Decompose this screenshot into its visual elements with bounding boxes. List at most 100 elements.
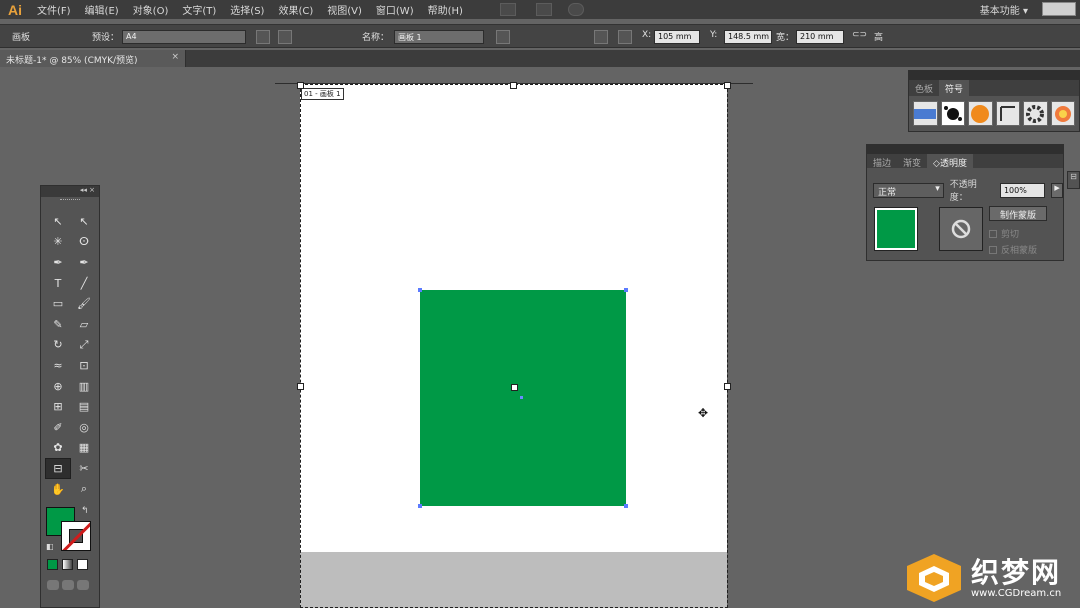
- tab-symbols[interactable]: 符号: [939, 80, 970, 96]
- tab-gradient[interactable]: 渐变: [897, 154, 927, 169]
- workspace-switcher[interactable]: 基本功能 ▾: [980, 2, 1028, 17]
- menu-window[interactable]: 窗口(W): [369, 2, 421, 17]
- collapsed-panel-tab[interactable]: ⊟: [1067, 171, 1080, 189]
- swap-fill-stroke-icon[interactable]: ↰: [81, 506, 89, 516]
- draw-inside-icon[interactable]: [77, 580, 89, 590]
- slice-tool[interactable]: ✂: [71, 458, 97, 479]
- none-mode-icon[interactable]: [77, 559, 88, 570]
- move-with-artboard-icon[interactable]: [496, 30, 510, 44]
- object-thumbnail[interactable]: [874, 207, 918, 251]
- gpu-performance-icon[interactable]: [567, 3, 584, 16]
- y-field[interactable]: 148.5 mm: [724, 30, 772, 44]
- tab-transparency[interactable]: ◇透明度: [927, 154, 973, 169]
- menu-help[interactable]: 帮助(H): [421, 2, 470, 17]
- artboard-name-field[interactable]: 画板 1: [394, 30, 484, 44]
- make-mask-button[interactable]: 制作蒙版: [989, 206, 1047, 221]
- warp-tool[interactable]: ≈: [45, 355, 71, 376]
- menu-select[interactable]: 选择(S): [223, 2, 271, 17]
- menu-object[interactable]: 对象(O): [126, 2, 176, 17]
- rotate-tool[interactable]: ↻: [45, 335, 71, 356]
- show-safe-areas-icon[interactable]: [568, 30, 582, 44]
- blend-mode-dropdown[interactable]: 正常: [873, 182, 944, 198]
- clip-checkbox[interactable]: 剪切: [989, 227, 1019, 240]
- mesh-tool[interactable]: ⊞: [45, 396, 71, 417]
- tools-panel-header[interactable]: ◂◂ ×: [41, 186, 99, 197]
- anchor-point[interactable]: [624, 504, 628, 508]
- panel-header[interactable]: [909, 71, 1079, 80]
- gradient-tool[interactable]: ▤: [71, 396, 97, 417]
- rectangle-tool[interactable]: ▭: [45, 293, 71, 314]
- tab-stroke[interactable]: 描边: [867, 154, 897, 169]
- new-artboard-icon[interactable]: [305, 30, 319, 44]
- magic-wand-tool[interactable]: ✳: [45, 232, 71, 253]
- close-icon[interactable]: ×: [171, 52, 179, 62]
- menu-view[interactable]: 视图(V): [320, 2, 369, 17]
- direct-selection-tool[interactable]: ↖: [71, 211, 97, 232]
- symbol-splatter[interactable]: [940, 101, 965, 126]
- green-rectangle[interactable]: [420, 290, 626, 506]
- zoom-tool[interactable]: ⌕: [71, 479, 97, 500]
- curvature-tool[interactable]: ✒: [71, 252, 97, 273]
- hand-tool[interactable]: ✋: [45, 479, 71, 500]
- chart-tool[interactable]: ▥: [71, 376, 97, 397]
- document-tab[interactable]: 未标题-1* @ 85% (CMYK/预览) ×: [0, 50, 186, 67]
- selection-tool[interactable]: ↖: [45, 211, 71, 232]
- lasso-tool[interactable]: ⵙ: [71, 232, 97, 253]
- invert-mask-checkbox[interactable]: 反相蒙版: [989, 243, 1037, 256]
- artboard-handle-left[interactable]: [297, 383, 304, 390]
- x-field[interactable]: 105 mm: [654, 30, 700, 44]
- pencil-tool[interactable]: ✎: [45, 314, 71, 335]
- blend-tool[interactable]: ◎: [71, 417, 97, 438]
- symbol-sprayer-tool[interactable]: ✿: [45, 438, 71, 459]
- type-tool[interactable]: T: [45, 273, 71, 294]
- panel-header[interactable]: [867, 145, 1063, 154]
- symbol-blue-bar[interactable]: [913, 101, 938, 126]
- draw-behind-icon[interactable]: [62, 580, 74, 590]
- gradient-mode-icon[interactable]: [62, 559, 73, 570]
- symbol-banner[interactable]: [995, 101, 1020, 126]
- eyedropper-tool[interactable]: ✐: [45, 417, 71, 438]
- draw-normal-icon[interactable]: [47, 580, 59, 590]
- column-graph-tool[interactable]: ▦: [71, 438, 97, 459]
- anchor-point[interactable]: [418, 288, 422, 292]
- opacity-field[interactable]: 100%: [999, 182, 1046, 198]
- panel-grip[interactable]: [60, 199, 80, 205]
- show-center-mark-icon[interactable]: [524, 30, 538, 44]
- tab-swatches[interactable]: 色板: [909, 80, 939, 96]
- search-input[interactable]: [1042, 2, 1076, 16]
- artboard-handle-top-right[interactable]: [724, 82, 731, 89]
- scale-tool[interactable]: ⤢: [71, 335, 97, 356]
- menu-file[interactable]: 文件(F): [30, 2, 78, 17]
- free-transform-tool[interactable]: ⊡: [71, 355, 97, 376]
- symbol-flower[interactable]: [1050, 101, 1075, 126]
- anchor-point[interactable]: [624, 288, 628, 292]
- portrait-icon[interactable]: [256, 30, 270, 44]
- stroke-color-swatch[interactable]: [61, 521, 91, 551]
- bridge-icon[interactable]: [499, 3, 516, 16]
- default-colors-icon[interactable]: ◧: [46, 542, 54, 551]
- arrange-documents-icon[interactable]: [535, 3, 552, 16]
- preset-dropdown[interactable]: A4: [122, 30, 246, 44]
- symbol-orange-circle[interactable]: [968, 101, 993, 126]
- menu-type[interactable]: 文字(T): [175, 2, 223, 17]
- artboard-tool[interactable]: ⊟: [45, 458, 71, 479]
- color-mode-icon[interactable]: [47, 559, 58, 570]
- line-tool[interactable]: ╱: [71, 273, 97, 294]
- symbol-ring[interactable]: [1023, 101, 1048, 126]
- link-proportions-icon[interactable]: ⊂⊃: [852, 30, 867, 44]
- eraser-tool[interactable]: ▱: [71, 314, 97, 335]
- paintbrush-tool[interactable]: 🖌: [71, 293, 97, 314]
- mask-thumbnail[interactable]: [939, 207, 983, 251]
- anchor-point[interactable]: [418, 504, 422, 508]
- artboard-handle-top-left[interactable]: [297, 82, 304, 89]
- reference-point-icon[interactable]: [618, 30, 632, 44]
- show-cross-hairs-icon[interactable]: [548, 30, 562, 44]
- artboard-handle-right[interactable]: [724, 383, 731, 390]
- opacity-slider-button[interactable]: ▶: [1051, 182, 1064, 198]
- pen-tool[interactable]: ✒: [45, 252, 71, 273]
- delete-artboard-icon[interactable]: [333, 30, 347, 44]
- menu-effect[interactable]: 效果(C): [271, 2, 320, 17]
- landscape-icon[interactable]: [278, 30, 292, 44]
- artboard-options-icon[interactable]: [594, 30, 608, 44]
- shape-builder-tool[interactable]: ⊕: [45, 376, 71, 397]
